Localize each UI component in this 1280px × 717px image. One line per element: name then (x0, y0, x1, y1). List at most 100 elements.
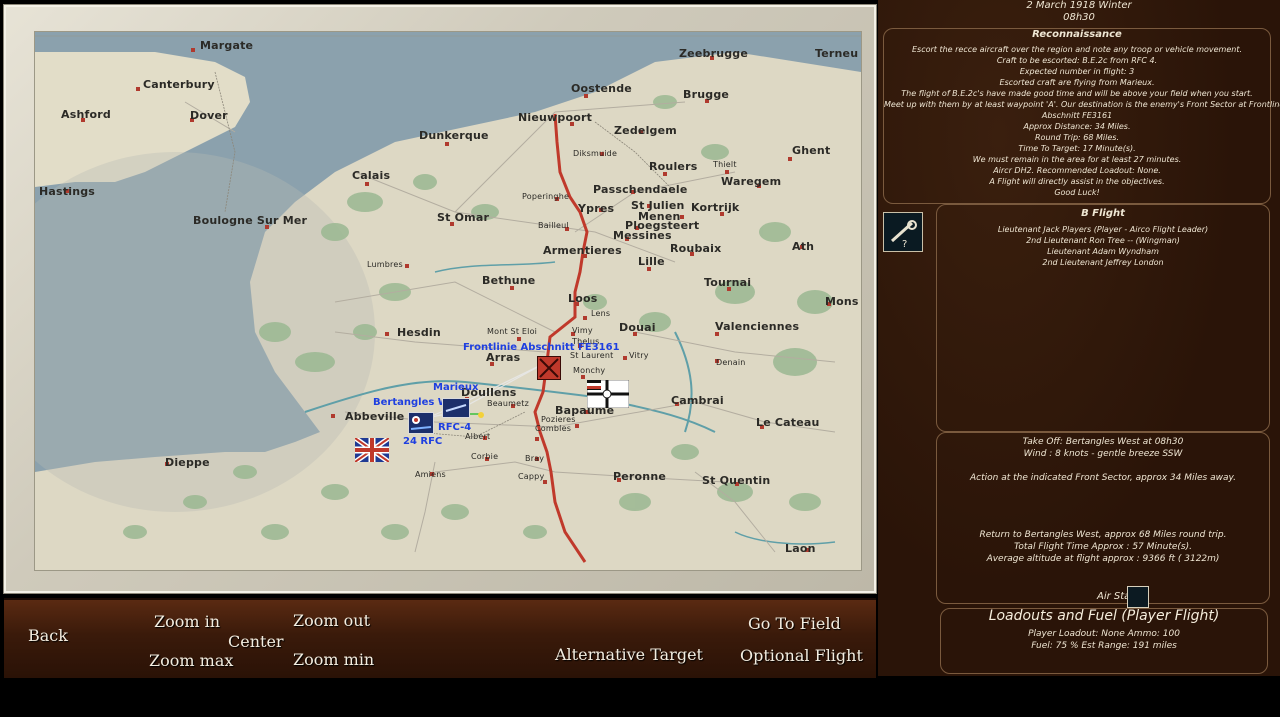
town-lecateau: Le Cateau (756, 416, 820, 429)
altitude-line: Average altitude at flight approx : 9366… (986, 554, 1220, 564)
briefing-line: Craft to be escorted: B.E.2c from RFC 4. (996, 56, 1158, 65)
town-stquentin: St Quentin (702, 474, 771, 487)
briefing-line: Aircr DH2. Recommended Loadout: None. (993, 166, 1161, 175)
town-corbie: Corbie (471, 452, 499, 461)
town-messines: Messines (613, 229, 672, 242)
alternative-target-button[interactable]: Alternative Target (555, 645, 703, 664)
town-thielt: Thielt (713, 160, 737, 169)
town-kortrijk: Kortrijk (691, 201, 740, 214)
zoom-in-button[interactable]: Zoom in (154, 612, 220, 631)
go-to-field-button[interactable]: Go To Field (748, 614, 841, 633)
action-line: Action at the indicated Front Sector, ap… (970, 473, 1236, 483)
town-waregem: Waregem (721, 175, 782, 188)
briefing-line: Good Luck! (1054, 188, 1100, 197)
town-zedelgem: Zedelgem (614, 124, 677, 137)
loadout-line: Player Loadout: None Ammo: 100 (1028, 629, 1180, 639)
rfc24-label: 24 RFC (403, 436, 443, 447)
briefing-line: Expected number in flight: 3 (1019, 67, 1135, 76)
town-zeebrugge: Zeebrugge (679, 47, 749, 60)
town-roulers: Roulers (649, 160, 698, 173)
takeoff-line: Take Off: Bertangles West at 08h30 (1022, 437, 1184, 447)
briefing-line: Abschnitt FE3161 (1041, 111, 1113, 120)
takeoff-box: Take Off: Bertangles West at 08h30 Wind … (936, 432, 1270, 604)
town-calais: Calais (352, 169, 391, 182)
return-line: Return to Bertangles West, approx 68 Mil… (979, 530, 1227, 540)
town-bethune: Bethune (482, 274, 536, 287)
mission-box: Reconnaissance Escort the recce aircraft… (883, 28, 1280, 204)
briefing-date: 2 March 1918 Winter (1026, 0, 1132, 11)
air-start-checkbox[interactable] (1127, 586, 1149, 608)
town-margate: Margate (200, 39, 254, 52)
zoom-min-button[interactable]: Zoom min (293, 650, 374, 669)
briefing-line: We must remain in the area for at least … (972, 155, 1182, 164)
town-cappy: Cappy (518, 472, 545, 481)
town-lens: Lens (591, 309, 611, 318)
fuel-line: Fuel: 75 % Est Range: 191 miles (1031, 641, 1177, 651)
zoom-out-button[interactable]: Zoom out (293, 611, 370, 630)
town-lumbres: Lumbres (367, 260, 403, 269)
briefing-line: Escorted craft are flying from Marieux. (999, 78, 1155, 87)
rfc4-marker[interactable] (442, 398, 470, 418)
pilot-row: 2nd Lieutenant Jeffrey London (1042, 258, 1164, 267)
wind-line: Wind : 8 knots - gentle breeze SSW (1023, 449, 1183, 459)
town-dieppe: Dieppe (165, 456, 210, 469)
map-terrain (35, 32, 861, 563)
briefing-line: A Flight will directly assist in the obj… (989, 177, 1165, 186)
town-ath: Ath (792, 240, 815, 253)
loadouts-box: Loadouts and Fuel (Player Flight) Player… (940, 608, 1268, 674)
town-passchendaele: Passchendaele (593, 183, 688, 196)
town-hesdin: Hesdin (397, 326, 441, 339)
town-beaumetz: Beaumetz (487, 399, 530, 408)
town-denain: Denain (716, 358, 746, 367)
total-time-line: Total Flight Time Approx : 57 Minute(s). (1014, 542, 1192, 552)
german-ensign-flag-icon (587, 380, 629, 408)
town-tournai: Tournai (704, 276, 752, 289)
town-ypres: Ypres (578, 202, 615, 215)
squadron-24-marker[interactable] (408, 412, 434, 434)
town-lille: Lille (638, 255, 665, 268)
campaign-map[interactable]: Margate Canterbury Ashford Dover Hasting… (34, 31, 862, 571)
town-canterbury: Canterbury (143, 78, 215, 91)
town-stomer: St Omar (437, 211, 490, 224)
town-poperinghe: Poperinghe (522, 192, 570, 201)
town-nieuwpoort: Nieuwpoort (518, 111, 593, 124)
flight-title: B Flight (1081, 208, 1125, 219)
briefing-line: Time To Target: 17 Minute(s). (1018, 144, 1136, 153)
center-button[interactable]: Center (228, 632, 284, 651)
zoom-max-button[interactable]: Zoom max (149, 651, 233, 670)
target-label: Frontlinie Abschnitt FE3161 (463, 342, 620, 353)
town-hastings: Hastings (39, 185, 96, 198)
town-pozieres: Pozieres (541, 415, 576, 424)
town-diksmuide: Diksmuide (573, 149, 618, 158)
town-vimy: Vimy (572, 326, 593, 335)
town-abbeville: Abbeville (345, 410, 405, 423)
town-albert: Albert (465, 432, 491, 441)
town-monchy: Monchy (573, 366, 606, 375)
target-marker[interactable] (537, 356, 561, 380)
town-montstel: Mont St Eloi (487, 327, 538, 336)
town-loos: Loos (568, 292, 598, 305)
back-button[interactable]: Back (28, 626, 68, 645)
town-mons: Mons (825, 295, 859, 308)
rfc4-label: RFC-4 (438, 422, 472, 433)
town-brugge: Brugge (683, 88, 730, 101)
town-armentieres: Armentieres (543, 244, 622, 257)
town-terneu: Terneu (815, 47, 859, 60)
pilot-row: 2nd Lieutenant Ron Tree -- (Wingman) (1026, 236, 1180, 245)
town-bray: Bray (525, 454, 545, 463)
optional-flight-button[interactable]: Optional Flight (740, 646, 863, 665)
town-peronne: Peronne (613, 470, 667, 483)
briefing-panel: 2 March 1918 Winter 08h30 Reconnaissance… (878, 0, 1280, 676)
recon-aircraft-icon[interactable]: ? (883, 212, 923, 252)
briefing-time: 08h30 (1063, 12, 1095, 23)
town-amiens: Amiens (415, 470, 446, 479)
town-dover: Dover (190, 109, 228, 122)
loadouts-title: Loadouts and Fuel (Player Flight) (988, 608, 1220, 624)
briefing-line: Escort the recce aircraft over the regio… (911, 45, 1243, 54)
map-control-bar: Back Zoom in Center Zoom max Zoom out Zo… (4, 598, 876, 678)
svg-text:?: ? (902, 239, 907, 250)
pilot-row: Lieutenant Jack Players (Player - Airco … (997, 225, 1209, 234)
pilot-row: Lieutenant Adam Wyndham (1047, 247, 1159, 256)
briefing-line: Approx Distance: 34 Miles. (1023, 122, 1131, 131)
town-valenciennes: Valenciennes (715, 320, 800, 333)
